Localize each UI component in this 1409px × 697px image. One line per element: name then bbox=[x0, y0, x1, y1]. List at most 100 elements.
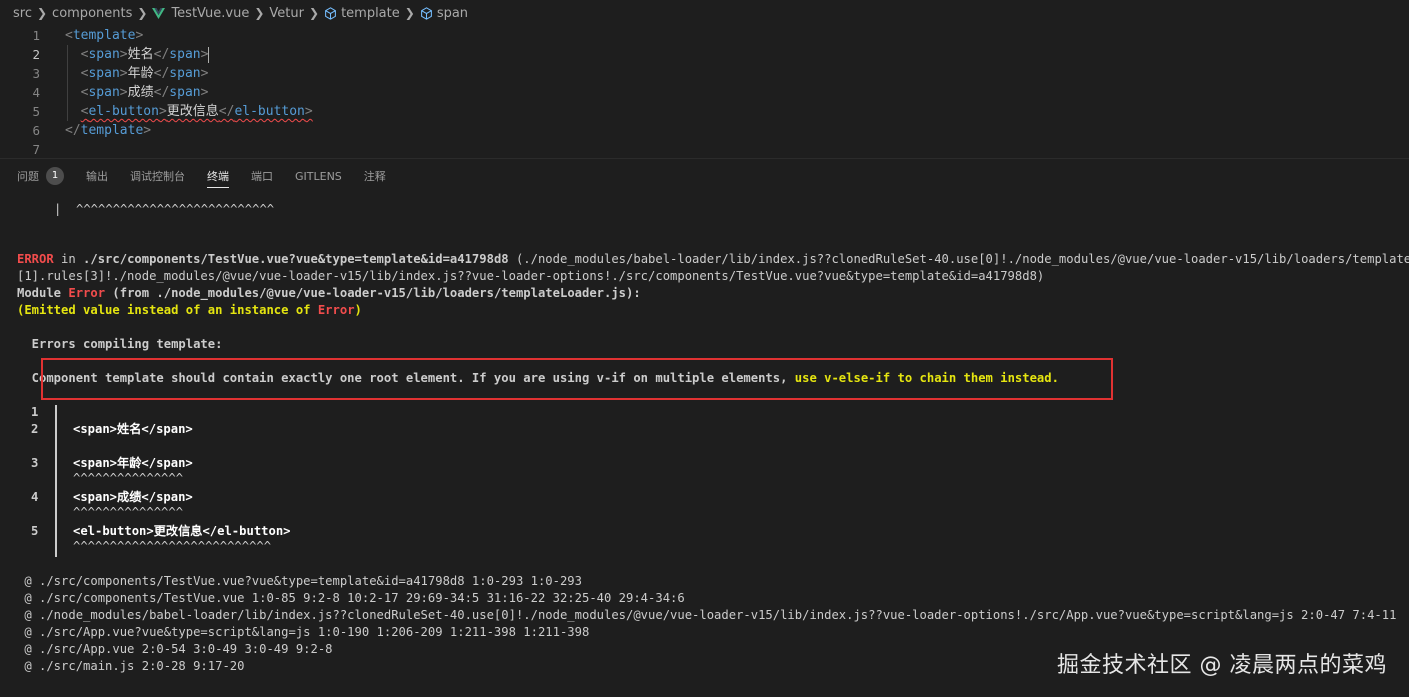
symbol-element-icon bbox=[325, 6, 336, 20]
error-squiggle[interactable]: <el-button>更改信息</el-button> bbox=[81, 104, 313, 119]
emitted-text: (Emitted value instead of an instance of bbox=[17, 303, 318, 317]
tab-gitlens[interactable]: GITLENS bbox=[295, 159, 342, 193]
tag-content: 成绩 bbox=[127, 85, 154, 100]
emitted-close: ) bbox=[354, 303, 362, 317]
panel-tabs: 问题 1 输出 调试控制台 终端 端口 GITLENS 注释 bbox=[0, 159, 1409, 193]
tab-debug-console[interactable]: 调试控制台 bbox=[130, 159, 185, 193]
tab-label: 问题 bbox=[17, 170, 39, 183]
code-text: <span>成绩</span> bbox=[80, 85, 209, 100]
line-number: 5 bbox=[32, 104, 40, 119]
breadcrumb-components[interactable]: components bbox=[52, 6, 132, 21]
highlight-box bbox=[41, 358, 1113, 400]
stack-at-line: @ ./src/App.vue?vue&type=script&lang=js … bbox=[17, 625, 590, 639]
code-line: 4 <span>成绩</span> bbox=[0, 83, 1409, 102]
error-label: ERROR bbox=[17, 252, 54, 266]
stack-at-line: @ ./src/main.js 2:0-28 9:17-20 bbox=[17, 659, 245, 673]
module-error-rest: (from ./node_modules/@vue/vue-loader-v15… bbox=[105, 286, 641, 300]
snippet-gutter-bar bbox=[55, 405, 57, 557]
snippet-carets: ^^^^^^^^^^^^^^^ bbox=[73, 471, 184, 485]
snippet-line-number: 4 bbox=[31, 490, 39, 504]
stack-at-line: @ ./src/components/TestVue.vue?vue&type=… bbox=[17, 574, 582, 588]
emitted-error-word: Error bbox=[317, 303, 355, 317]
tab-output[interactable]: 输出 bbox=[86, 159, 108, 193]
chevron-right-icon: ❯ bbox=[254, 6, 265, 20]
stack-at-line: @ ./node_modules/babel-loader/lib/index.… bbox=[17, 608, 1397, 622]
tag-name: span bbox=[88, 85, 120, 100]
snippet-line-number: 2 bbox=[31, 422, 39, 436]
code-text: <span>年龄</span> bbox=[80, 66, 209, 81]
snippet-carets: ^^^^^^^^^^^^^^^^^^^^^^^^^^^ bbox=[73, 539, 272, 553]
module-error-line: Module Error (from ./node_modules/@vue/v… bbox=[17, 285, 641, 302]
tag-content: 年龄 bbox=[127, 66, 154, 81]
breadcrumb-template-label: template bbox=[341, 5, 400, 21]
text-cursor bbox=[208, 46, 210, 63]
stack-at-line: @ ./src/App.vue 2:0-54 3:0-49 3:0-49 9:2… bbox=[17, 642, 333, 656]
code-text: <el-button>更改信息</el-button> bbox=[65, 102, 313, 121]
chevron-right-icon: ❯ bbox=[36, 6, 48, 20]
errors-compiling-line: Errors compiling template: bbox=[17, 337, 223, 351]
tag-name: template bbox=[72, 28, 136, 43]
chevron-right-icon: ❯ bbox=[404, 6, 415, 20]
tag-name: span bbox=[169, 85, 201, 100]
snippet-carets: ^^^^^^^^^^^^^^^ bbox=[73, 505, 184, 519]
terminal-output[interactable]: | ^^^^^^^^^^^^^^^^^^^^^^^^^^^ ERROR in .… bbox=[0, 193, 1409, 697]
tag-name: el-button bbox=[234, 104, 305, 119]
tag-content: 姓名 bbox=[127, 47, 154, 62]
line-number: 6 bbox=[32, 123, 40, 138]
watermark: 掘金技术社区 @ 凌晨两点的菜鸡 bbox=[1057, 653, 1387, 678]
snippet-line-number: 5 bbox=[31, 524, 39, 538]
code-text: <span>姓名</span> bbox=[80, 46, 210, 63]
line-number: 2 bbox=[32, 47, 40, 62]
breadcrumb-span-label: span bbox=[436, 5, 469, 21]
line-number: 4 bbox=[32, 85, 40, 100]
tab-comments[interactable]: 注释 bbox=[364, 159, 386, 193]
error-header-line: ERROR in ./src/components/TestVue.vue?vu… bbox=[17, 251, 1409, 268]
code-line: 7 bbox=[0, 140, 1409, 159]
tab-ports[interactable]: 端口 bbox=[251, 159, 273, 193]
symbol-element-icon bbox=[420, 6, 432, 20]
tag-name: template bbox=[80, 123, 144, 138]
error-path-text: (./node_modules/babel-loader/lib/index.j… bbox=[515, 252, 1409, 266]
tag-name: span bbox=[169, 47, 201, 62]
tab-terminal[interactable]: 终端 bbox=[207, 159, 229, 193]
tag-name: span bbox=[169, 66, 201, 81]
code-editor[interactable]: 1 <template> 2 <span>姓名</span> 3 <span>年… bbox=[0, 26, 1409, 158]
breadcrumb-vetur[interactable]: Vetur bbox=[269, 6, 304, 21]
tag-content: 更改信息 bbox=[166, 104, 219, 119]
error-in-text: in bbox=[53, 252, 84, 266]
tag-name: span bbox=[88, 66, 120, 81]
terminal-line: [1].rules[3]!./node_modules/@vue/vue-loa… bbox=[17, 269, 1045, 283]
code-text: <template> bbox=[65, 28, 144, 43]
snippet-line-number: 1 bbox=[31, 405, 39, 419]
breadcrumb-file-label: TestVue.vue bbox=[171, 5, 250, 21]
line-number: 1 bbox=[32, 28, 40, 43]
snippet-code: <span>姓名</span> bbox=[73, 422, 193, 436]
code-text: </template> bbox=[65, 123, 152, 138]
chevron-right-icon: ❯ bbox=[137, 6, 148, 20]
code-line: 3 <span>年龄</span> bbox=[0, 64, 1409, 83]
line-number: 7 bbox=[32, 142, 40, 157]
breadcrumb-span[interactable]: span bbox=[420, 6, 468, 21]
error-file: ./src/components/TestVue.vue?vue&type=te… bbox=[83, 252, 509, 266]
tag-name: span bbox=[88, 47, 120, 62]
stack-at-line: @ ./src/components/TestVue.vue 1:0-85 9:… bbox=[17, 591, 685, 605]
snippet-line-number: 3 bbox=[31, 456, 39, 470]
chevron-right-icon: ❯ bbox=[309, 6, 320, 20]
breadcrumb-file[interactable]: TestVue.vue bbox=[152, 6, 249, 21]
vue-file-icon bbox=[152, 7, 166, 19]
code-line: 6 </template> bbox=[0, 121, 1409, 140]
code-line: 1 <template> bbox=[0, 26, 1409, 45]
module-label: Module bbox=[17, 286, 69, 300]
breadcrumb: src ❯ components ❯ TestVue.vue ❯ Vetur ❯… bbox=[0, 0, 1409, 26]
tab-problems[interactable]: 问题 1 bbox=[17, 159, 64, 193]
code-line-error: 5 <el-button>更改信息</el-button> bbox=[0, 102, 1409, 121]
breadcrumb-src[interactable]: src bbox=[13, 6, 32, 21]
module-error-word: Error bbox=[68, 286, 106, 300]
terminal-line: | ^^^^^^^^^^^^^^^^^^^^^^^^^^^ bbox=[54, 202, 275, 216]
line-number: 3 bbox=[32, 66, 40, 81]
emitted-line: (Emitted value instead of an instance of… bbox=[17, 302, 362, 319]
problems-count-badge: 1 bbox=[46, 167, 64, 185]
code-line-active: 2 <span>姓名</span> bbox=[0, 45, 1409, 64]
breadcrumb-template[interactable]: template bbox=[324, 6, 400, 21]
tag-name: el-button bbox=[88, 104, 159, 119]
